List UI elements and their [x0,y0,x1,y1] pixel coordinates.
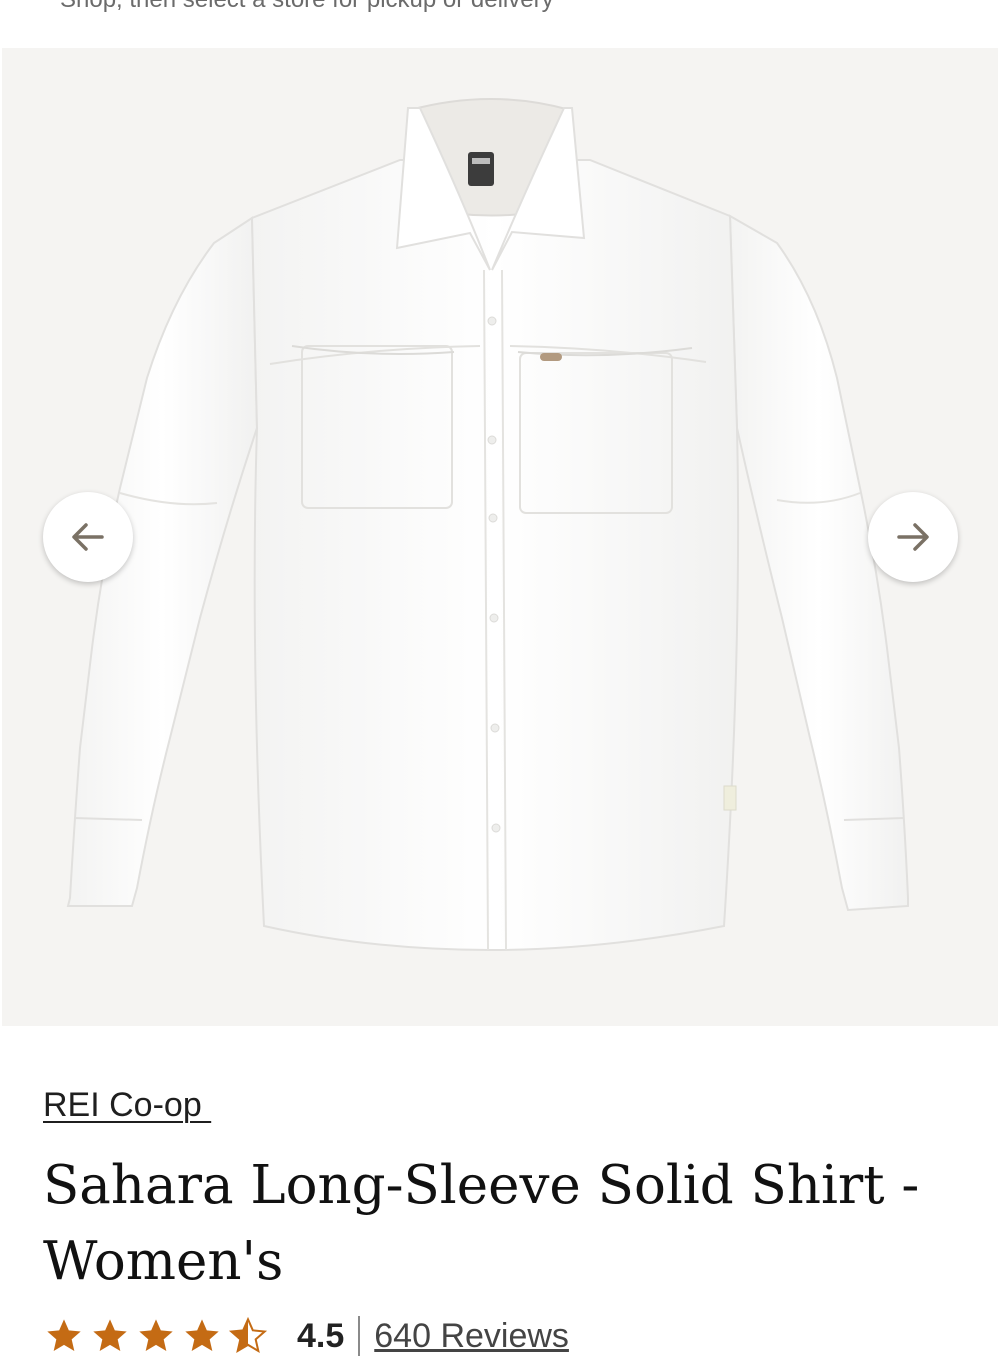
reviews-link[interactable]: 640 Reviews [374,1316,569,1356]
star-icon [93,1319,127,1351]
top-banner: Shop, then select a store for pickup or … [0,0,1000,48]
rating-divider [358,1316,361,1356]
previous-image-button[interactable] [43,492,133,582]
brand-link[interactable]: REI Co-op [43,1086,211,1125]
next-image-button[interactable] [868,492,958,582]
top-banner-text: Shop, then select a store for pickup or … [60,0,554,14]
product-image-gallery[interactable] [2,48,998,1026]
arrow-left-icon [72,523,104,551]
half-star-icon [228,1316,268,1354]
product-title: Sahara Long-Sleeve Solid Shirt - Women's [43,1155,920,1292]
rating-summary[interactable]: 4.5 640 Reviews [43,1316,569,1356]
star-icon [47,1319,81,1351]
rating-value: 4.5 [297,1317,345,1355]
star-icon [139,1319,173,1351]
arrow-right-icon [897,523,929,551]
product-image [66,98,909,952]
star-rating [43,1316,269,1356]
star-icon [185,1319,219,1351]
